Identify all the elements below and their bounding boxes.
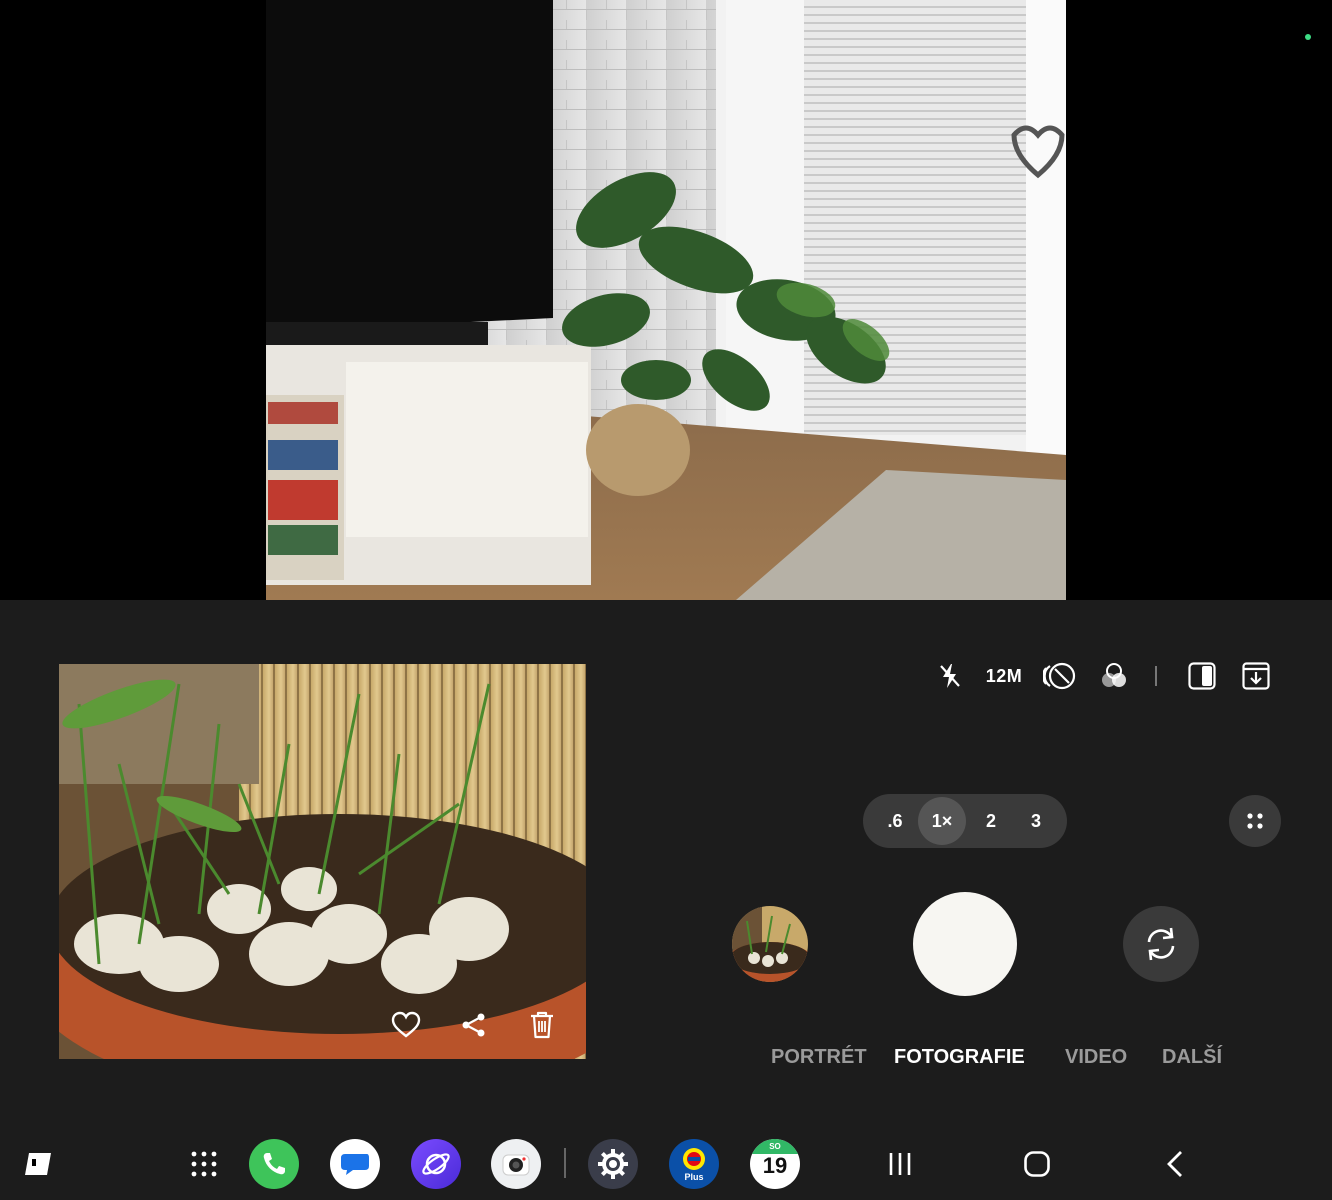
messages-icon — [330, 1139, 380, 1189]
messages-app[interactable] — [329, 1138, 381, 1190]
room-scene — [266, 0, 1066, 600]
camera-app[interactable] — [490, 1138, 542, 1190]
calendar-day-abbr: SO — [750, 1139, 800, 1154]
recent-apps-icon — [889, 1153, 911, 1175]
zoom-2x-button[interactable]: 2 — [967, 797, 1015, 845]
phone-icon — [249, 1139, 299, 1189]
taskbar-toggle-button[interactable] — [12, 1138, 64, 1190]
heart-icon — [391, 1011, 421, 1038]
thumbnail-image — [732, 906, 808, 982]
share-icon — [462, 1013, 485, 1037]
mode-video[interactable]: VIDEO — [1065, 1046, 1127, 1069]
home-button[interactable] — [1011, 1138, 1063, 1190]
back-button[interactable] — [1149, 1138, 1201, 1190]
motion-photo-off-icon — [1043, 662, 1076, 690]
mode-more[interactable]: DALŠÍ — [1162, 1046, 1222, 1069]
filters-icon — [1102, 663, 1126, 687]
lidl-plus-app[interactable]: Plus — [668, 1138, 720, 1190]
download-tray-icon — [1242, 662, 1270, 690]
calendar-app[interactable]: SO 19 — [749, 1138, 801, 1190]
back-chevron-icon — [1167, 1151, 1182, 1177]
recent-apps-button[interactable] — [874, 1138, 926, 1190]
resolution-button[interactable]: 12M — [982, 656, 1026, 696]
shutter-button[interactable] — [913, 892, 1017, 996]
taskbar-divider — [564, 1148, 566, 1178]
quick-settings-bar: 12M — [930, 656, 1280, 696]
trash-icon — [531, 1011, 553, 1039]
dual-preview-toggle[interactable] — [1182, 656, 1222, 696]
phone-app[interactable] — [248, 1138, 300, 1190]
share-button[interactable] — [450, 1001, 498, 1049]
flip-camera-icon — [1147, 927, 1175, 961]
camera-viewfinder[interactable] — [0, 0, 1332, 600]
zoom-0.6-button[interactable]: .6 — [871, 797, 919, 845]
camera-icon — [491, 1139, 541, 1189]
motion-photo-toggle[interactable] — [1040, 656, 1080, 696]
preview-action-bar — [59, 979, 586, 1059]
settings-divider — [1155, 666, 1157, 686]
settings-gear-icon — [588, 1139, 638, 1189]
taskbar: Plus SO 19 — [0, 1126, 1332, 1200]
split-view-icon — [1188, 662, 1216, 690]
four-dots-icon — [1247, 813, 1263, 829]
captured-photo-preview[interactable] — [59, 664, 586, 1059]
calendar-date: 19 — [762, 1153, 788, 1178]
internet-browser-icon — [411, 1139, 461, 1189]
flash-off-icon — [940, 664, 960, 688]
panel-toggle-icon — [25, 1153, 51, 1175]
favorite-button[interactable] — [382, 1001, 430, 1049]
viewfinder-image[interactable] — [266, 0, 1066, 600]
camera-mode-selector: PORTRÉT FOTOGRAFIE VIDEO DALŠÍ — [740, 1046, 1260, 1076]
delete-button[interactable] — [518, 1001, 566, 1049]
collapse-panel-button[interactable] — [1236, 656, 1276, 696]
gallery-thumbnail[interactable] — [732, 906, 808, 982]
mode-photo[interactable]: FOTOGRAFIE — [894, 1046, 1025, 1069]
mode-portrait[interactable]: PORTRÉT — [771, 1046, 867, 1069]
resolution-label: 12M — [985, 665, 1023, 686]
lidl-plus-label: Plus — [684, 1172, 704, 1182]
zoom-1x-button[interactable]: 1× — [918, 797, 966, 845]
zoom-selector: .6 1× 2 3 — [863, 794, 1067, 848]
privacy-indicator-dot — [1305, 34, 1311, 40]
switch-camera-button[interactable] — [1123, 906, 1199, 982]
zoom-3x-button[interactable]: 3 — [1012, 797, 1060, 845]
app-grid-icon — [191, 1151, 217, 1177]
calendar-icon: SO 19 — [750, 1139, 800, 1189]
internet-app[interactable] — [410, 1138, 462, 1190]
filters-button[interactable] — [1094, 656, 1134, 696]
settings-app[interactable] — [587, 1138, 639, 1190]
all-apps-button[interactable] — [178, 1138, 230, 1190]
lidl-plus-icon: Plus — [669, 1139, 719, 1189]
home-icon — [1024, 1151, 1050, 1177]
flash-toggle[interactable] — [930, 656, 970, 696]
more-options-button[interactable] — [1229, 795, 1281, 847]
